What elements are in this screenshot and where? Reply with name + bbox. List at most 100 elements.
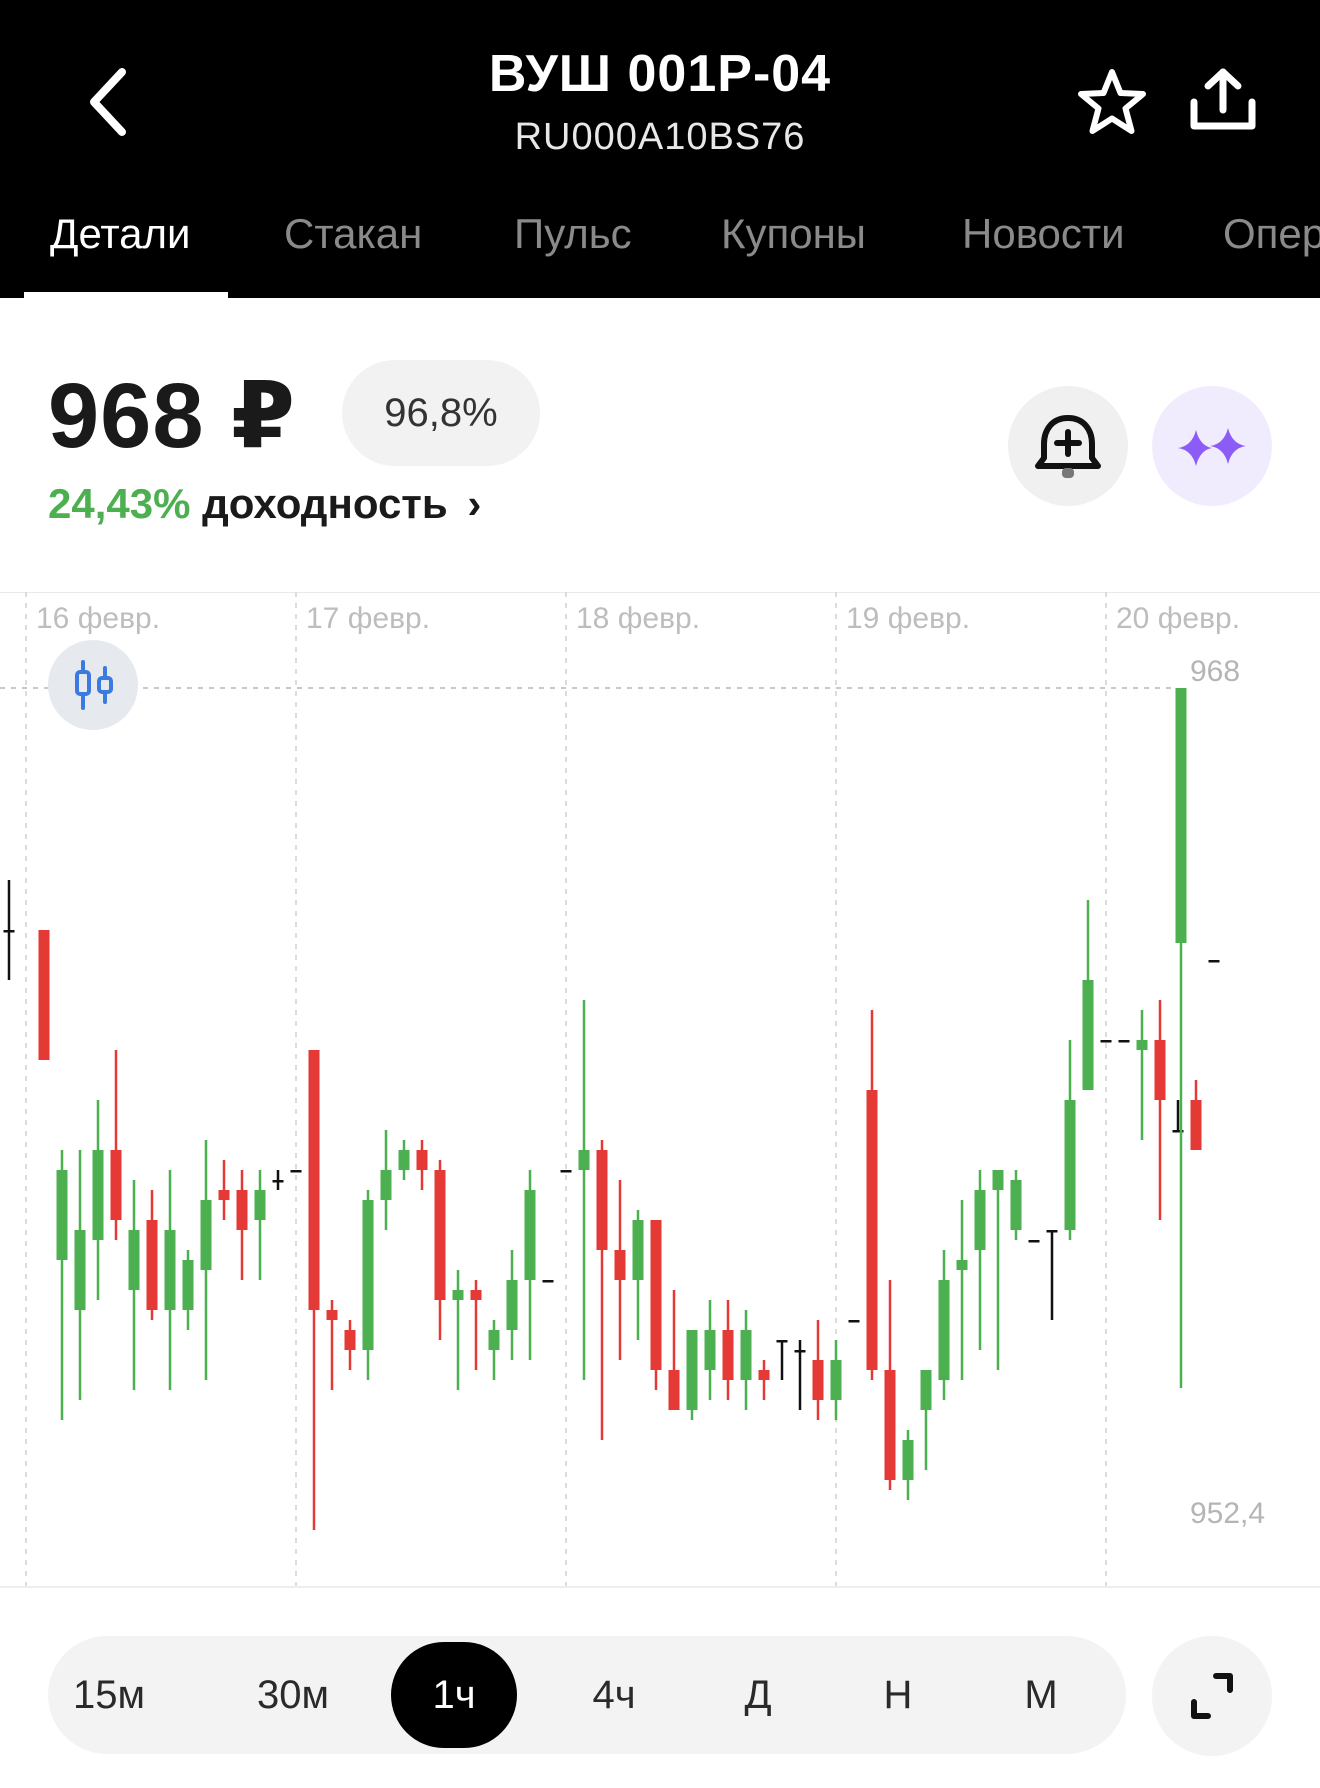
candle-body	[38, 930, 50, 1060]
candle-body	[470, 1290, 482, 1300]
candle-body	[650, 1220, 662, 1370]
fullscreen-button[interactable]	[1152, 1636, 1272, 1756]
x-tick-label: 16 февр.	[36, 602, 160, 635]
candle-body	[578, 1150, 590, 1170]
candle-body	[236, 1190, 248, 1230]
candle-body	[704, 1330, 716, 1370]
candle-body	[326, 1310, 338, 1320]
candle-body	[524, 1190, 536, 1280]
yield-value: 24,43%	[48, 480, 191, 527]
candle-body	[272, 1180, 284, 1183]
timeframe-4h[interactable]: 4ч	[564, 1636, 664, 1754]
candle-body	[218, 1190, 230, 1200]
candlestick-icon	[75, 660, 113, 710]
candle-body	[380, 1170, 392, 1200]
candle-body	[200, 1200, 212, 1270]
tab-order-book[interactable]: Стакан	[284, 210, 422, 258]
candle-body	[1046, 1230, 1058, 1233]
candle-body	[1064, 1100, 1076, 1230]
tab-coupons[interactable]: Купоны	[721, 210, 866, 258]
candle-body	[146, 1220, 158, 1310]
candle-body	[920, 1370, 932, 1410]
timeframe-1h[interactable]: 1ч	[391, 1642, 517, 1748]
tab-bar: Детали Стакан Пульс Купоны Новости Опера…	[0, 200, 1320, 298]
candle-body	[956, 1260, 968, 1270]
favorite-button[interactable]	[1075, 66, 1149, 140]
tab-pulse[interactable]: Пульс	[514, 210, 632, 258]
tab-operations[interactable]: Операции	[1223, 210, 1320, 258]
candle-body	[794, 1350, 806, 1353]
price-chart[interactable]: 16 февр. 17 февр. 18 февр. 19 февр. 20 февр.…	[0, 592, 1320, 1586]
timeframe-15m[interactable]: 15м	[54, 1636, 164, 1754]
candle-body	[56, 1170, 68, 1260]
candle-body	[416, 1150, 428, 1170]
x-tick-label: 20 февр.	[1116, 602, 1240, 635]
x-tick-label: 17 февр.	[306, 602, 430, 635]
candle-body	[902, 1440, 914, 1480]
candle-body	[1118, 1040, 1130, 1043]
candle-body	[362, 1200, 374, 1350]
candle-body	[182, 1260, 194, 1310]
min-price-label: 952,4	[1190, 1497, 1265, 1530]
candle-body	[560, 1170, 572, 1173]
candle-body	[866, 1090, 878, 1370]
candle-body	[452, 1290, 464, 1300]
x-tick-label: 19 февр.	[846, 602, 970, 635]
timeframe-selector: 15м 30м 1ч 4ч Д Н М	[48, 1636, 1126, 1754]
candle-body	[1208, 960, 1220, 963]
candle-body	[848, 1320, 860, 1323]
candle-body	[974, 1190, 986, 1250]
candle-body	[722, 1330, 734, 1380]
timeframe-30m[interactable]: 30м	[228, 1636, 358, 1754]
star-icon	[1078, 69, 1146, 134]
share-button[interactable]	[1186, 64, 1260, 138]
price-alert-button[interactable]	[1008, 386, 1128, 506]
share-icon	[1190, 68, 1256, 130]
percent-of-nominal-badge: 96,8%	[342, 360, 540, 466]
candle-body	[686, 1330, 698, 1410]
yield-label: доходность	[202, 480, 448, 527]
candle-body	[398, 1150, 410, 1170]
candle-body	[1082, 980, 1094, 1090]
candle-body	[92, 1150, 104, 1240]
tab-news[interactable]: Новости	[962, 210, 1125, 258]
candle-body	[992, 1170, 1004, 1190]
candle-body	[254, 1190, 266, 1220]
candle-body	[668, 1370, 680, 1410]
candle-body	[884, 1370, 896, 1480]
candle-body	[74, 1230, 86, 1310]
active-tab-indicator	[24, 292, 228, 298]
timeframe-month[interactable]: М	[991, 1636, 1091, 1754]
ai-assistant-button[interactable]	[1152, 386, 1272, 506]
candle-body	[1010, 1180, 1022, 1230]
candle-body	[740, 1330, 752, 1380]
candle-body	[1154, 1040, 1166, 1100]
candle-body	[488, 1330, 500, 1350]
candle-body	[434, 1170, 446, 1300]
chart-type-button[interactable]	[48, 640, 138, 730]
candle-body	[1175, 688, 1187, 943]
candle-body	[596, 1150, 608, 1250]
candle-body	[542, 1280, 554, 1283]
timeframe-week[interactable]: Н	[848, 1636, 948, 1754]
candle-body	[776, 1340, 788, 1343]
expand-icon	[1191, 1673, 1233, 1719]
sparkle-icon	[1178, 428, 1246, 466]
top-bar: ВУШ 001P-04 RU000A10BS76 Детали Стакан П…	[0, 0, 1320, 298]
candle-body	[812, 1360, 824, 1400]
candle-body	[128, 1230, 140, 1290]
candle-body	[3, 930, 15, 933]
candle-body	[1136, 1040, 1148, 1050]
current-price: 968 ₽	[48, 365, 297, 467]
candle-body	[614, 1250, 626, 1280]
timeframe-day[interactable]: Д	[708, 1636, 808, 1754]
candle-body	[1028, 1240, 1040, 1243]
candle-body	[938, 1280, 950, 1380]
yield-link[interactable]: 24,43% доходность ›	[48, 480, 481, 528]
current-price-label: 968	[1190, 655, 1240, 688]
candle-body	[1190, 1100, 1202, 1150]
tab-details[interactable]: Детали	[50, 210, 191, 258]
candle-body	[110, 1150, 122, 1220]
bell-plus-icon	[1035, 415, 1101, 478]
chevron-right-icon: ›	[467, 480, 482, 527]
